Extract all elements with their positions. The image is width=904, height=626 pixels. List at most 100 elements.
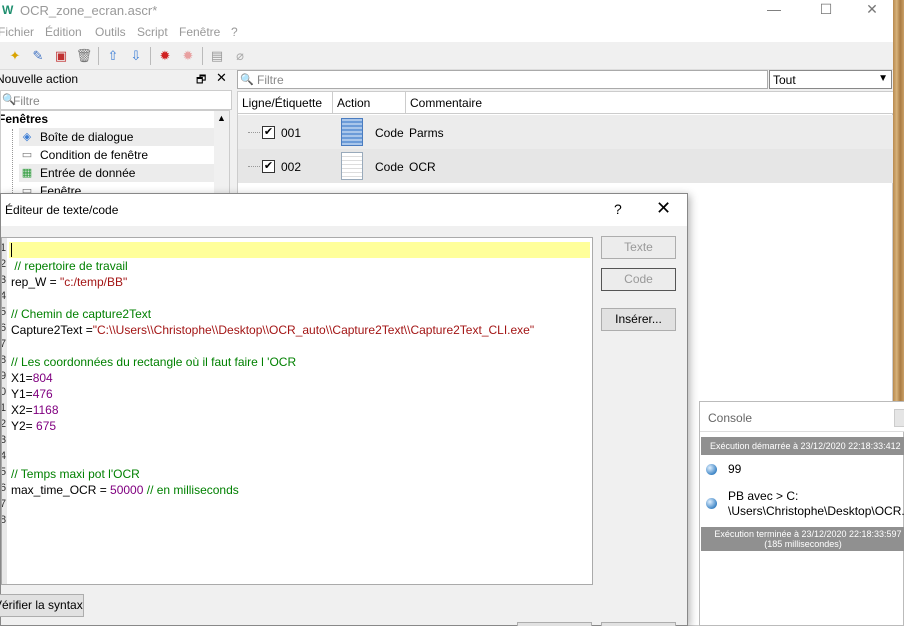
code-token: max_time_OCR = bbox=[11, 483, 111, 497]
code-editor[interactable]: 1 2 3 4 5 6 7 8 9 0 1 2 3 4 5 6 7 8 // r… bbox=[1, 237, 593, 585]
dialog-close-button[interactable]: ✕ bbox=[656, 198, 671, 219]
tree-item-label: Entrée de donnée bbox=[40, 166, 136, 180]
table-row[interactable]: ✔ 002 Code OCR bbox=[238, 149, 893, 183]
line-number: 3 bbox=[2, 434, 6, 446]
message-text: \Users\Christophe\Desktop\OCR... bbox=[728, 504, 904, 518]
execution-start-band: Exécution démarrée à 23/12/2020 22:18:33… bbox=[701, 437, 904, 455]
tree-line bbox=[12, 129, 13, 195]
app-logo-icon: W bbox=[2, 3, 14, 17]
scroll-up-icon[interactable]: ▲ bbox=[217, 113, 226, 123]
delete-icon[interactable]: 🗑 bbox=[75, 47, 93, 65]
code-token: Capture2Text = bbox=[11, 323, 93, 337]
execution-duration-text: (185 millisecondes) bbox=[764, 539, 842, 549]
script-filter-input[interactable]: 🔍 Filtre bbox=[237, 70, 768, 89]
toolbar-separator bbox=[202, 47, 203, 65]
row-number: 001 bbox=[281, 126, 302, 140]
code-line: // repertoire de travail bbox=[11, 259, 128, 273]
line-number: 3 bbox=[2, 274, 6, 286]
menu-edition[interactable]: Édition bbox=[45, 25, 82, 39]
tree-item-data-entry[interactable]: ▦ Entrée de donnée bbox=[19, 164, 215, 182]
row-checkbox[interactable]: ✔ bbox=[262, 160, 275, 173]
tree-item-window-condition[interactable]: ▭ Condition de fenêtre bbox=[19, 146, 215, 164]
code-token: // en milliseconds bbox=[143, 483, 239, 497]
code-line: Y2= 675 bbox=[11, 419, 56, 433]
edit-icon[interactable]: ✎ bbox=[29, 47, 47, 65]
console-title: Console bbox=[708, 411, 753, 425]
tree-item-dialog[interactable]: ◈ Boîte de dialogue bbox=[19, 128, 215, 146]
code-block-icon bbox=[341, 152, 363, 180]
code-line: // Temps maxi pot l'OCR bbox=[11, 467, 140, 481]
chevron-down-icon: ▼ bbox=[878, 73, 888, 84]
row-number: 002 bbox=[281, 160, 302, 174]
up-arrow-icon[interactable]: ⇧ bbox=[104, 47, 122, 65]
code-mode-button[interactable]: Code bbox=[601, 268, 676, 291]
close-window-button[interactable]: ✕ bbox=[850, 0, 893, 22]
code-token: "C:\\Users\\Christophe\\Desktop\\OCR_aut… bbox=[92, 323, 535, 337]
code-token: "c:/temp/BB" bbox=[60, 275, 128, 289]
filter-placeholder: Filtre bbox=[13, 94, 40, 108]
column-comment[interactable]: Commentaire bbox=[406, 92, 893, 114]
action-filter-input[interactable]: 🔍 Filtre bbox=[0, 90, 232, 110]
code-token: 476 bbox=[32, 387, 53, 401]
filter-scope-select[interactable]: Tout ▼ bbox=[769, 70, 892, 89]
ok-button[interactable] bbox=[517, 622, 592, 626]
verify-syntax-button[interactable]: Vérifier la syntaxe bbox=[0, 594, 84, 617]
code-token: 675 bbox=[36, 419, 57, 433]
line-number: 1 bbox=[2, 242, 6, 254]
console-message: PB avec > C: \Users\Christophe\Desktop\O… bbox=[706, 489, 904, 523]
filter-placeholder: Filtre bbox=[257, 73, 284, 87]
tree-item-label: Boîte de dialogue bbox=[40, 130, 134, 144]
column-line-label[interactable]: Ligne/Étiquette bbox=[238, 92, 333, 114]
help-button[interactable]: ? bbox=[614, 201, 622, 217]
minimize-button[interactable]: — bbox=[752, 0, 796, 22]
dialog-icon: ◈ bbox=[22, 131, 32, 143]
new-icon[interactable]: ✦ bbox=[6, 47, 24, 65]
menu-fenetre[interactable]: Fenêtre bbox=[179, 25, 220, 39]
tree-scrollbar[interactable]: ▲ bbox=[214, 111, 229, 195]
code-token: 804 bbox=[32, 371, 53, 385]
down-arrow-icon[interactable]: ⇩ bbox=[127, 47, 145, 65]
line-number-gutter: 1 2 3 4 5 6 7 8 9 0 1 2 3 4 5 6 7 8 bbox=[2, 238, 7, 584]
code-token: Y2= bbox=[11, 419, 37, 433]
console-close-button[interactable] bbox=[894, 409, 904, 427]
record-icon[interactable]: ✹ bbox=[156, 47, 174, 65]
menu-bar: Fichier Édition Outils Script Fenêtre ? bbox=[0, 22, 893, 42]
execution-end-band: Exécution terminée à 23/12/2020 22:18:33… bbox=[701, 527, 904, 551]
run-icon[interactable]: ▣ bbox=[52, 47, 70, 65]
code-editor-dialog: Éditeur de texte/code ? ✕ 1 2 3 4 5 6 7 … bbox=[0, 193, 688, 626]
panel-header: Nouvelle action 🗗 ✕ bbox=[0, 70, 232, 88]
line-number: 6 bbox=[2, 322, 6, 334]
execution-start-text: Exécution démarrée à 23/12/2020 22:18:33… bbox=[710, 441, 901, 451]
line-number: 1 bbox=[2, 402, 6, 414]
grid-header: Ligne/Étiquette Action Commentaire bbox=[238, 92, 893, 114]
menu-script[interactable]: Script bbox=[137, 25, 168, 39]
tree-line bbox=[248, 132, 260, 133]
window-title: OCR_zone_ecran.ascr* bbox=[20, 3, 158, 18]
column-action[interactable]: Action bbox=[333, 92, 406, 114]
line-number: 2 bbox=[2, 418, 6, 430]
panel-close-icon[interactable]: ✕ bbox=[216, 70, 227, 86]
maximize-button[interactable]: ☐ bbox=[804, 0, 848, 22]
dialog-title: Éditeur de texte/code bbox=[5, 203, 119, 217]
tree-item-label: Condition de fenêtre bbox=[40, 148, 149, 162]
menu-help[interactable]: ? bbox=[231, 25, 238, 39]
console-message: 99 bbox=[706, 462, 904, 480]
line-number: 7 bbox=[2, 338, 6, 350]
tree-category[interactable]: Fenêtres bbox=[1, 112, 48, 126]
table-row[interactable]: ✔ 001 Code Parms bbox=[238, 115, 893, 149]
menu-fichier[interactable]: Fichier bbox=[0, 25, 34, 39]
search-icon: 🔍 bbox=[240, 74, 254, 86]
line-number: 6 bbox=[2, 482, 6, 494]
data-entry-icon: ▦ bbox=[21, 167, 33, 179]
notes-icon[interactable]: ▤ bbox=[208, 47, 226, 65]
text-mode-button[interactable]: Texte bbox=[601, 236, 676, 259]
row-checkbox[interactable]: ✔ bbox=[262, 126, 275, 139]
message-text: PB avec > C: bbox=[728, 489, 799, 503]
restore-icon[interactable]: 🗗 bbox=[196, 71, 206, 90]
select-value: Tout bbox=[773, 73, 796, 87]
insert-button[interactable]: Insérer... bbox=[601, 308, 676, 331]
current-line-highlight bbox=[9, 242, 590, 258]
code-token: Y1= bbox=[11, 387, 33, 401]
cancel-button[interactable] bbox=[601, 622, 676, 626]
menu-outils[interactable]: Outils bbox=[95, 25, 126, 39]
